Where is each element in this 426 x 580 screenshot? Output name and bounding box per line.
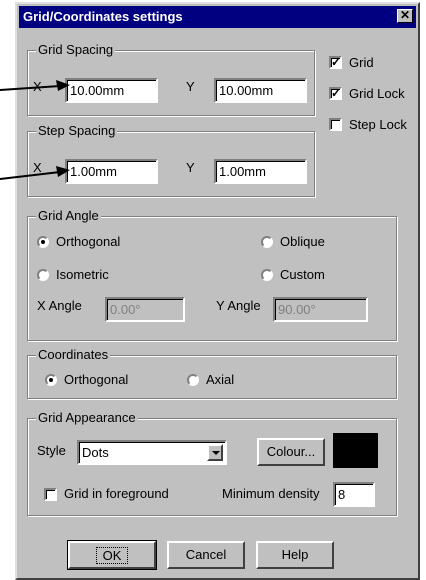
step-spacing-y-label: Y [186, 160, 195, 175]
step-spacing-legend: Step Spacing [36, 123, 118, 138]
style-select-value: Dots [82, 445, 109, 460]
grid-angle-isometric-radio[interactable] [37, 269, 49, 281]
dialog-title: Grid/Coordinates settings [23, 9, 183, 24]
step-lock-checkbox-label: Step Lock [349, 117, 407, 132]
grid-foreground-label: Grid in foreground [64, 486, 169, 501]
grid-appearance-legend: Grid Appearance [36, 410, 138, 425]
coordinates-orthogonal-label: Orthogonal [64, 372, 129, 387]
grid-angle-orthogonal-radio[interactable] [37, 236, 49, 248]
ok-button[interactable]: OK [67, 540, 157, 570]
y-angle-label: Y Angle [216, 298, 261, 313]
coordinates-legend: Coordinates [36, 347, 111, 362]
grid-checkbox[interactable]: ✓ [329, 56, 342, 69]
colour-swatch[interactable] [333, 433, 378, 468]
minimum-density-label: Minimum density [222, 486, 320, 501]
x-angle-label: X Angle [37, 298, 82, 313]
help-button[interactable]: Help [256, 541, 334, 569]
coordinates-axial-radio[interactable] [187, 374, 199, 386]
ok-button-label: OK [95, 547, 129, 564]
colour-button[interactable]: Colour... [257, 438, 325, 466]
title-bar: Grid/Coordinates settings ✕ [19, 6, 416, 28]
grid-angle-oblique-label: Oblique [280, 234, 325, 249]
close-icon[interactable]: ✕ [397, 9, 413, 23]
coordinates-orthogonal-radio[interactable] [45, 374, 57, 386]
grid-lock-checkbox-label: Grid Lock [349, 86, 405, 101]
step-spacing-y-input[interactable]: 1.00mm [214, 159, 307, 184]
cancel-button[interactable]: Cancel [167, 541, 245, 569]
grid-lock-checkbox[interactable]: ✓ [329, 87, 342, 100]
grid-angle-custom-radio[interactable] [261, 269, 273, 281]
grid-spacing-legend: Grid Spacing [36, 42, 116, 57]
chevron-down-icon[interactable] [207, 444, 223, 461]
step-lock-checkbox[interactable] [329, 118, 342, 131]
grid-angle-oblique-radio[interactable] [261, 236, 273, 248]
coordinates-axial-label: Axial [206, 372, 235, 387]
grid-angle-legend: Grid Angle [36, 208, 101, 223]
x-angle-input[interactable]: 0.00° [105, 297, 185, 322]
arrow-to-step-x-icon [0, 166, 70, 180]
style-label: Style [37, 443, 66, 458]
grid-angle-orthogonal-label: Orthogonal [56, 234, 121, 249]
arrow-to-grid-x-icon [0, 80, 70, 91]
grid-spacing-x-input[interactable]: 10.00mm [65, 78, 158, 103]
grid-spacing-y-label: Y [186, 79, 195, 94]
grid-spacing-y-input[interactable]: 10.00mm [214, 78, 307, 103]
grid-checkbox-label: Grid [349, 55, 374, 70]
step-spacing-x-input[interactable]: 1.00mm [65, 159, 158, 184]
grid-angle-isometric-label: Isometric [56, 267, 109, 282]
y-angle-input[interactable]: 90.00° [273, 297, 368, 322]
minimum-density-input[interactable]: 8 [333, 482, 375, 507]
grid-angle-custom-label: Custom [280, 267, 325, 282]
grid-foreground-checkbox[interactable] [44, 488, 57, 501]
style-select[interactable]: Dots [77, 440, 227, 465]
